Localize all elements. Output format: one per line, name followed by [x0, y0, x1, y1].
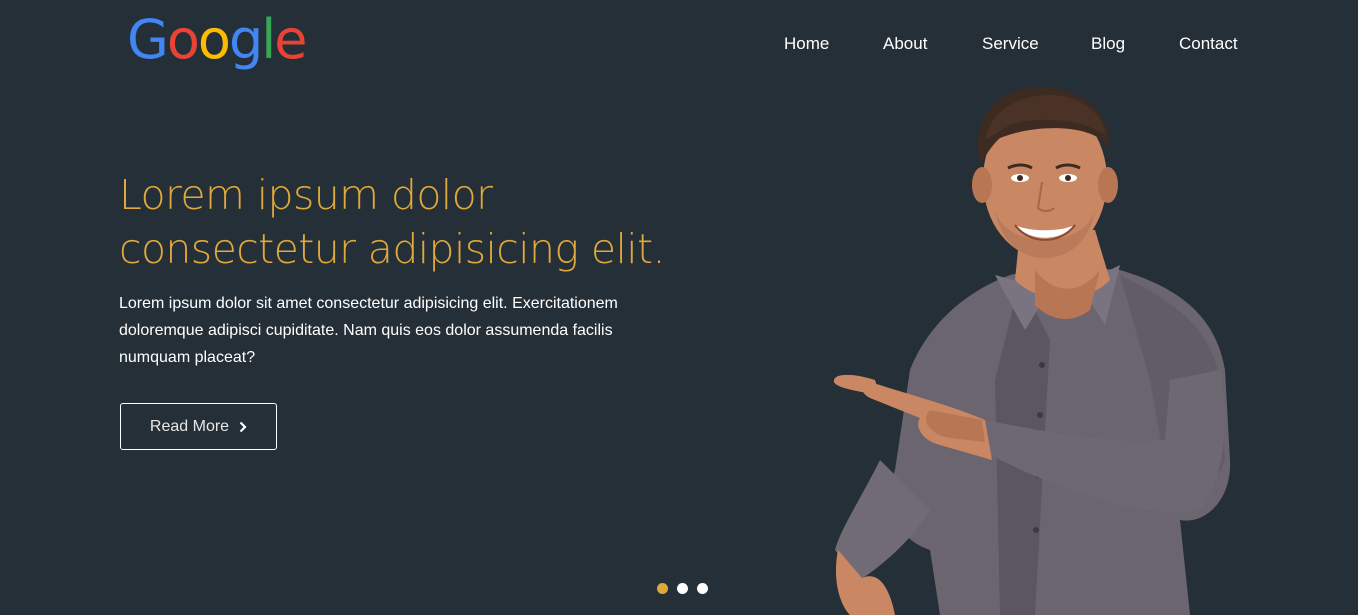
nav-about[interactable]: About — [883, 33, 927, 55]
hero-headline-line-1: Lorem ipsum dolor — [119, 171, 493, 219]
hero-person-image — [833, 87, 1231, 615]
slider-dot-1[interactable] — [657, 583, 668, 594]
read-more-label: Read More — [149, 417, 230, 435]
slider-dot-3[interactable] — [697, 583, 708, 594]
hero-headline-line-2: consectetur adipisicing elit. — [119, 225, 666, 273]
chevron-right-icon — [239, 421, 247, 433]
nav-home[interactable]: Home — [784, 33, 829, 55]
slider-dots — [657, 583, 717, 595]
hero-description: Lorem ipsum dolor sit amet consectetur a… — [119, 295, 618, 366]
main-nav: Home About Service Blog Contact — [0, 33, 1358, 55]
nav-service[interactable]: Service — [982, 33, 1039, 55]
nav-blog[interactable]: Blog — [1091, 33, 1125, 55]
slider-dot-2[interactable] — [677, 583, 688, 594]
read-more-button[interactable]: Read More — [120, 403, 277, 450]
nav-contact[interactable]: Contact — [1179, 33, 1238, 55]
hero-headline: Lorem ipsum dolor consectetur adipisicin… — [119, 168, 739, 276]
